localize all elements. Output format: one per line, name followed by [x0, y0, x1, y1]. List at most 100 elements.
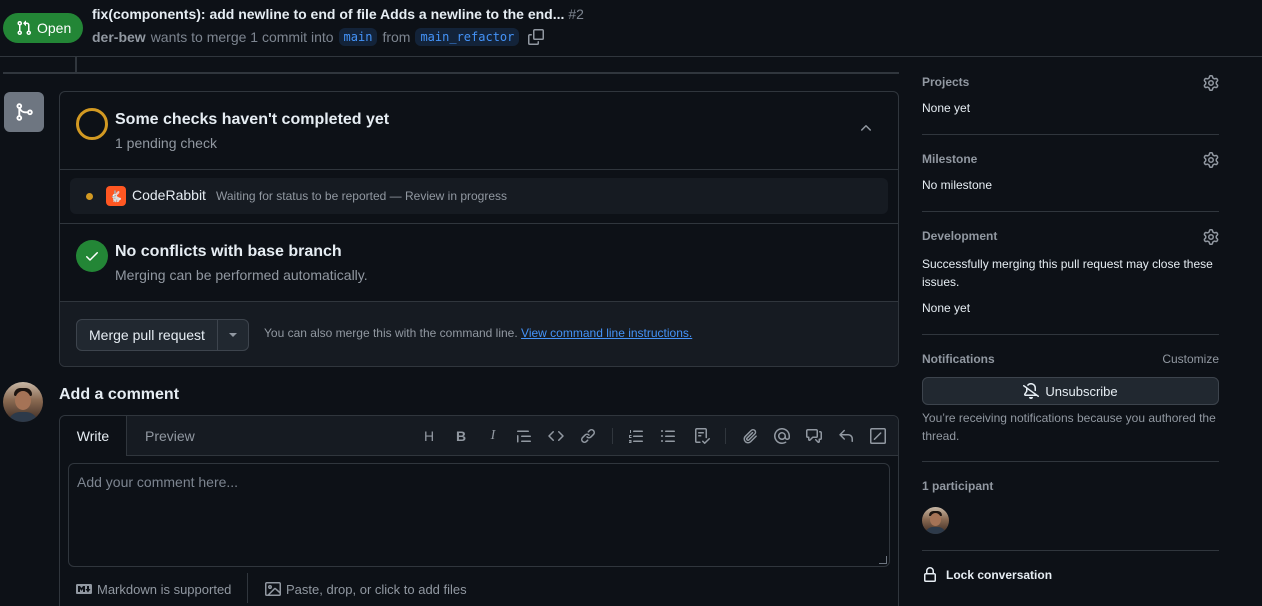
tab-preview[interactable]: Preview	[145, 428, 195, 444]
sidebar-divider	[922, 134, 1219, 135]
participants-heading: 1 participant	[922, 479, 994, 493]
notifications-note: You’re receiving notifications because y…	[922, 411, 1216, 443]
quote-icon[interactable]	[516, 428, 532, 444]
comment-editor: Write Preview H B I Add your comment her…	[59, 415, 899, 606]
checks-title: Some checks haven't completed yet	[115, 111, 390, 128]
chevron-up-icon[interactable]	[858, 120, 874, 136]
pr-meta: der-bew wants to merge 1 commit into mai…	[92, 28, 545, 46]
unsubscribe-button[interactable]: Unsubscribe	[922, 377, 1219, 405]
customize-link[interactable]: Customize	[1162, 352, 1219, 366]
base-branch[interactable]: main	[338, 28, 378, 46]
pending-dot-icon	[86, 193, 93, 200]
sidebar-projects: Projects None yet	[922, 75, 1219, 115]
check-circle-icon	[76, 240, 108, 272]
sidebar-milestone: Milestone No milestone	[922, 152, 1219, 192]
sidebar-divider	[922, 550, 1219, 551]
pr-from-text: from	[382, 29, 411, 45]
pr-header: Open fix(components): add newline to end…	[0, 0, 1262, 57]
sidebar-divider	[922, 334, 1219, 335]
merge-status-icon	[4, 92, 44, 132]
checks-header[interactable]: Some checks haven't completed yet 1 pend…	[60, 92, 898, 170]
copy-icon[interactable]	[528, 29, 545, 45]
reference-icon[interactable]	[806, 428, 822, 444]
slash-commands-icon[interactable]	[870, 428, 886, 444]
tab-write[interactable]: Write	[60, 416, 127, 456]
milestone-value: No milestone	[922, 178, 993, 192]
mention-icon[interactable]	[774, 428, 790, 444]
gear-icon[interactable]	[1203, 229, 1219, 245]
markdown-label: Markdown is supported	[97, 581, 232, 597]
sidebar-development: Development Successfully merging this pu…	[922, 229, 1219, 319]
pending-icon	[76, 108, 108, 140]
gear-icon[interactable]	[1203, 152, 1219, 168]
timeline-line	[75, 57, 77, 72]
pr-author-link[interactable]: der-bew	[92, 29, 146, 45]
gear-icon[interactable]	[1203, 75, 1219, 91]
check-name: CodeRabbit	[132, 187, 206, 203]
timeline-divider	[3, 72, 899, 74]
resize-handle-icon[interactable]	[879, 556, 887, 564]
git-merge-icon	[16, 103, 33, 121]
add-files-label: Paste, drop, or click to add files	[286, 581, 467, 597]
pr-number: #2	[568, 6, 584, 22]
lock-conversation-button[interactable]: Lock conversation	[922, 567, 1052, 583]
pr-title: fix(components): add newline to end of f…	[92, 6, 584, 22]
development-note: Successfully merging this pull request m…	[922, 257, 1213, 289]
sidebar-divider	[922, 211, 1219, 212]
lock-icon	[924, 567, 936, 582]
conflicts-title: No conflicts with base branch	[115, 243, 342, 260]
bulleted-list-icon[interactable]	[660, 428, 676, 444]
checks-subtitle: 1 pending check	[115, 135, 217, 151]
head-branch[interactable]: main_refactor	[415, 28, 520, 46]
comment-textarea[interactable]: Add your comment here...	[68, 463, 890, 567]
heading-icon[interactable]: H	[421, 428, 437, 444]
projects-heading[interactable]: Projects	[922, 75, 1219, 89]
participant-avatar[interactable]	[922, 507, 949, 534]
check-icon	[86, 252, 98, 261]
merge-footer: Merge pull request You can also merge th…	[60, 301, 898, 366]
link-icon[interactable]	[580, 428, 596, 444]
lock-conversation-label: Lock conversation	[946, 568, 1053, 582]
image-icon	[265, 582, 281, 596]
projects-value: None yet	[922, 101, 971, 115]
conflicts-subtitle: Merging can be performed automatically.	[115, 267, 368, 283]
pr-merge-text: wants to merge 1 commit into	[150, 29, 334, 45]
numbered-list-icon[interactable]	[628, 428, 644, 444]
merge-pull-request-button[interactable]: Merge pull request	[77, 320, 217, 350]
pr-state-badge: Open	[3, 13, 84, 43]
check-row[interactable]: 🐇 CodeRabbit Waiting for status to be re…	[70, 178, 888, 214]
divider	[60, 223, 898, 224]
merge-options-button[interactable]	[216, 320, 248, 350]
sidebar-participants: 1 participant	[922, 479, 1219, 499]
merge-button-group: Merge pull request	[76, 319, 249, 351]
milestone-heading[interactable]: Milestone	[922, 152, 1219, 166]
task-list-icon[interactable]	[694, 428, 710, 444]
markdown-note[interactable]: Markdown is supported	[76, 581, 231, 597]
check-status: Waiting for status to be reported — Revi…	[216, 189, 508, 203]
coderabbit-logo-icon: 🐇	[106, 186, 126, 206]
editor-tabs: Write Preview H B I	[60, 416, 898, 456]
italic-icon[interactable]: I	[485, 428, 501, 444]
unsubscribe-label: Unsubscribe	[1045, 383, 1118, 399]
footer-divider	[247, 573, 248, 603]
command-line-link[interactable]: View command line instructions.	[521, 326, 692, 340]
command-line-note: You can also merge this with the command…	[264, 326, 692, 340]
undo-icon[interactable]	[838, 428, 854, 444]
development-heading[interactable]: Development	[922, 229, 1219, 243]
merge-box: Some checks haven't completed yet 1 pend…	[59, 91, 899, 367]
sidebar-notifications: Notifications Customize	[922, 352, 1219, 372]
code-icon[interactable]	[548, 428, 564, 444]
bold-icon[interactable]: B	[453, 428, 469, 444]
add-files-button[interactable]: Paste, drop, or click to add files	[265, 581, 467, 597]
toolbar-divider	[612, 428, 613, 444]
pr-title-text: fix(components): add newline to end of f…	[92, 6, 565, 22]
bell-slash-icon	[1023, 383, 1040, 399]
development-value: None yet	[922, 301, 971, 315]
caret-down-icon	[228, 333, 237, 337]
avatar[interactable]	[3, 382, 43, 422]
attach-icon[interactable]	[742, 428, 758, 444]
pr-state-label: Open	[37, 20, 72, 36]
command-line-text: You can also merge this with the command…	[264, 326, 518, 340]
add-comment-title: Add a comment	[59, 386, 180, 403]
toolbar-divider	[725, 428, 726, 444]
